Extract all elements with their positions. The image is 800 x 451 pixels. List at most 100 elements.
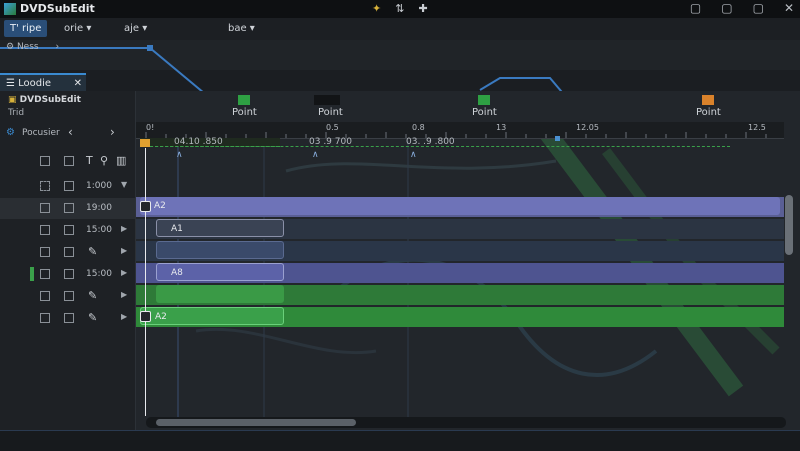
subtitle-clip[interactable]: A2 (140, 307, 284, 325)
chevron-right-icon[interactable]: ▶ (121, 312, 127, 321)
track-time: 15:00 (86, 269, 112, 279)
subtitle-clip[interactable] (156, 285, 284, 303)
subtitle-clip[interactable]: A2 (140, 197, 780, 215)
track-solo-icon[interactable] (64, 291, 74, 301)
ruler-ticks (145, 132, 767, 138)
marker-label: Point (232, 107, 257, 118)
chevron-left-icon[interactable]: ‹ (68, 125, 73, 139)
track-solo-icon[interactable] (64, 225, 74, 235)
ruler-label: 0.8 (412, 123, 425, 132)
chevron-right-icon[interactable]: › (55, 42, 59, 52)
chevron-right-icon[interactable]: ▶ (121, 224, 127, 233)
menu-tab-ripe[interactable]: T' ripe (4, 20, 48, 37)
pin-icon[interactable]: ✦ (372, 2, 381, 15)
close-icon[interactable]: ✕ (784, 1, 794, 15)
clip-label: A8 (171, 268, 183, 278)
clip-label: A1 (171, 224, 183, 234)
track-solo-icon[interactable] (64, 181, 74, 191)
playhead-knob[interactable] (140, 201, 151, 212)
horizontal-scrollbar-thumb[interactable] (156, 419, 356, 426)
track-control-row: 15:00 ▶ (0, 220, 135, 241)
playhead-line[interactable] (145, 148, 146, 416)
menu-tab-aje[interactable]: aje ▾ (118, 20, 153, 37)
automation-curve (0, 45, 564, 92)
track-mute-icon[interactable] (40, 203, 50, 213)
marker-flag[interactable] (702, 95, 714, 105)
sort-arrows-icon[interactable]: ⇅ (395, 2, 404, 15)
track-control-row: 15:00 ▶ (0, 264, 135, 285)
subtitle-clip[interactable]: A8 (156, 263, 284, 281)
track-solo-icon[interactable] (64, 313, 74, 323)
track-time: 1:000 (86, 181, 112, 191)
marker-flag[interactable] (478, 95, 490, 105)
horizontal-scrollbar[interactable] (146, 417, 786, 428)
track-mute-icon[interactable] (40, 269, 50, 279)
marker-flag[interactable] (314, 95, 340, 105)
pen-icon[interactable]: ✎ (88, 245, 97, 258)
upper-nav[interactable]: ⚙ Ness › (6, 42, 59, 52)
chevron-right-icon[interactable]: ▶ (121, 268, 127, 277)
upper-toolbar (0, 40, 800, 92)
automation-point-icon[interactable]: ∧ (410, 150, 417, 160)
track-solo-icon[interactable] (64, 156, 74, 166)
search-icon[interactable]: ⚲ (100, 154, 108, 167)
puzzle-icon[interactable]: ✚ (418, 2, 427, 15)
range-guide (150, 146, 730, 147)
settings-icon[interactable]: ⚙ (6, 42, 14, 52)
time-ruler[interactable] (136, 122, 784, 139)
list-icon: ☰ (6, 78, 15, 89)
layers-icon[interactable]: ▥ (116, 154, 126, 167)
minimize-icon[interactable]: ▢ (721, 1, 732, 15)
chevron-down-icon[interactable]: ▼ (121, 180, 127, 189)
track-mute-icon[interactable] (40, 291, 50, 301)
track-row[interactable] (136, 241, 784, 261)
ruler-label: 0.5 (326, 123, 339, 132)
track-mute-icon[interactable] (40, 156, 50, 166)
playhead-knob[interactable] (140, 311, 151, 322)
panel-tab-loodie[interactable]: ☰ Loodie ✕ (0, 73, 86, 91)
track-row[interactable]: A2 (136, 307, 784, 327)
app-logo-icon (4, 3, 16, 15)
navigator-row: ⚙ Pocusier ‹ › (0, 124, 135, 142)
in-point-marker[interactable] (140, 139, 150, 147)
track-mute-icon[interactable] (40, 247, 50, 257)
track-row[interactable]: A1 (136, 219, 784, 239)
subtitle-clip[interactable]: A1 (156, 219, 284, 237)
automation-point-icon[interactable]: ∧ (176, 150, 183, 160)
track-row[interactable]: A2 (136, 197, 784, 217)
menu-tab-orie[interactable]: orie ▾ (58, 20, 97, 37)
subtitle-clip[interactable] (156, 241, 284, 259)
track-row[interactable]: A8 (136, 263, 784, 283)
pen-icon[interactable]: ✎ (88, 311, 97, 324)
curve-node[interactable] (147, 45, 153, 51)
crop-icon[interactable] (40, 181, 50, 191)
status-bar (0, 430, 800, 451)
menu-tab-bae[interactable]: bae ▾ (222, 20, 261, 37)
project-name-text: DVDSubEdit (19, 95, 81, 105)
track-mute-icon[interactable] (40, 313, 50, 323)
track-row[interactable] (136, 285, 784, 305)
ruler-label: 12.5 (748, 123, 766, 132)
chevron-right-icon[interactable]: › (110, 125, 115, 139)
window-menu-icon[interactable]: ▢ (690, 1, 701, 15)
clip-label: A2 (154, 201, 166, 211)
settings-icon[interactable]: ⚙ (6, 127, 15, 138)
marker-flag[interactable] (238, 95, 250, 105)
track-solo-icon[interactable] (64, 247, 74, 257)
pen-icon[interactable]: ✎ (88, 289, 97, 302)
track-solo-icon[interactable] (64, 203, 74, 213)
text-tool-icon[interactable]: T (86, 154, 93, 167)
navigator-label: Pocusier (22, 128, 60, 138)
track-control-row: T ⚲ ▥ (0, 151, 135, 172)
playhead-handle[interactable] (555, 136, 560, 141)
automation-point-icon[interactable]: ∧ (312, 150, 319, 160)
chevron-right-icon[interactable]: ▶ (121, 290, 127, 299)
track-mute-icon[interactable] (40, 225, 50, 235)
marker-label: Point (472, 107, 497, 118)
track-control-row: ✎ ▶ (0, 242, 135, 263)
upper-nav-label: Ness (16, 42, 39, 52)
track-solo-icon[interactable] (64, 269, 74, 279)
maximize-icon[interactable]: ▢ (753, 1, 764, 15)
chevron-right-icon[interactable]: ▶ (121, 246, 127, 255)
vertical-scrollbar-thumb[interactable] (785, 195, 793, 255)
